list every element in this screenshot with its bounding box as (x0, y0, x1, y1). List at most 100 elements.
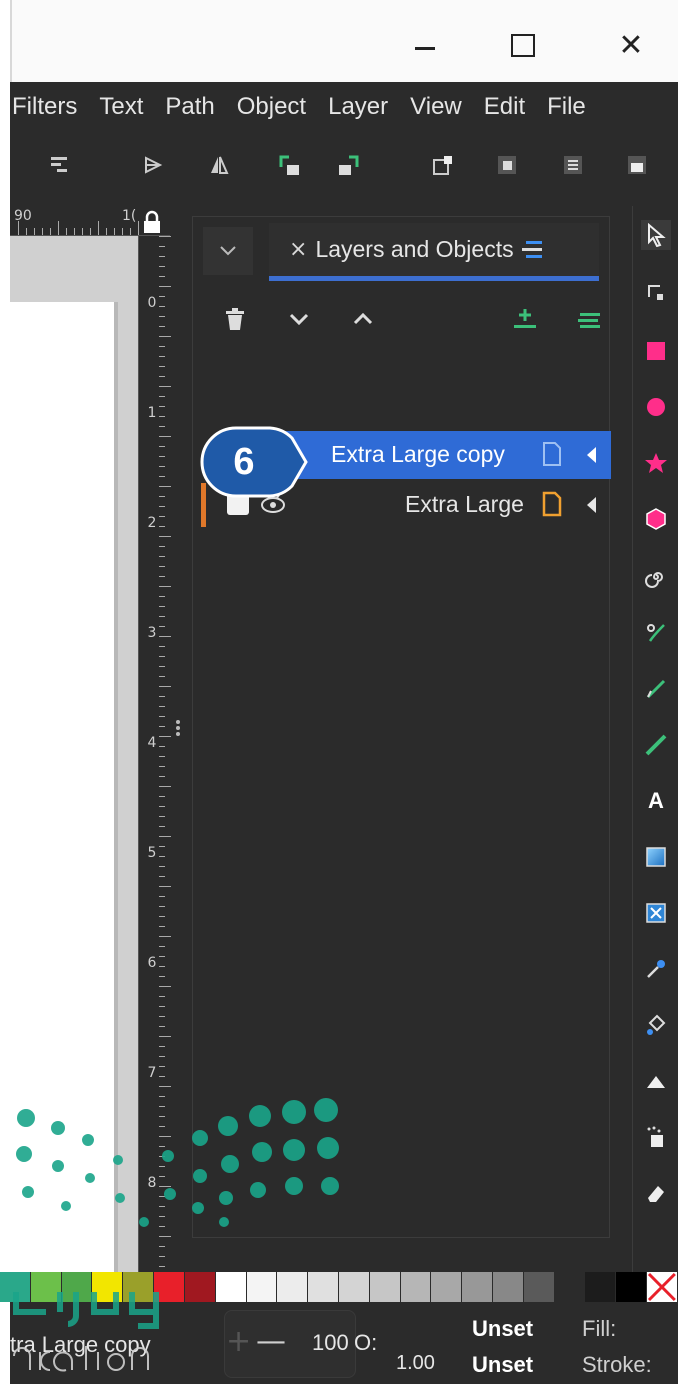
expand-arrow-icon[interactable] (587, 497, 596, 513)
layer-settings-icon[interactable] (575, 305, 603, 333)
menu-file[interactable]: File (536, 93, 597, 121)
selector-icon[interactable] (641, 220, 671, 250)
calligraphy-icon[interactable] (641, 730, 671, 760)
color-swatch[interactable] (338, 1272, 370, 1302)
rotate-cw-icon[interactable] (336, 152, 362, 178)
3d-box-icon[interactable] (641, 504, 671, 534)
minimize-button[interactable] (402, 22, 448, 68)
fill-label: Fill: (582, 1316, 617, 1341)
mesh-icon[interactable] (641, 898, 671, 928)
spray-icon[interactable] (641, 1122, 671, 1152)
panel-splitter-handle[interactable] (176, 718, 182, 738)
tweak-icon[interactable] (641, 1066, 671, 1096)
ruler-label: 3 (147, 625, 157, 641)
close-button[interactable]: ✕ (608, 22, 654, 68)
stroke-value[interactable]: Unset (472, 1352, 533, 1378)
lock-icon[interactable] (142, 210, 162, 234)
stroke-width-value[interactable]: 1.00 (396, 1352, 435, 1375)
fill-value[interactable]: Unset (472, 1316, 533, 1342)
add-layer-icon[interactable] (511, 305, 539, 333)
raise-icon[interactable] (430, 152, 456, 178)
watermark-wordmark (13, 1292, 159, 1372)
opacity-value[interactable]: 100 (312, 1330, 349, 1356)
layer-name: Extra Large copy (331, 441, 505, 467)
layers-and-objects-panel: × Layers and Objects Extra Large copy Ex… (192, 216, 611, 1238)
tab-close-icon[interactable]: × (289, 237, 307, 262)
color-swatch[interactable] (277, 1272, 309, 1302)
color-swatch[interactable] (554, 1272, 586, 1302)
node-icon[interactable] (641, 278, 671, 308)
text-icon[interactable]: A (641, 786, 671, 816)
menu-object[interactable]: Object (226, 93, 317, 121)
no-color-swatch[interactable] (647, 1272, 678, 1302)
star-icon[interactable] (641, 448, 671, 478)
document-page[interactable] (10, 302, 114, 1316)
layer-toolbar (193, 291, 611, 347)
flip-vertical-icon[interactable] (206, 152, 232, 178)
gradient-icon[interactable] (641, 842, 671, 872)
ruler-label: 1 (147, 405, 157, 421)
ruler-label: 0 (147, 295, 157, 311)
color-swatch[interactable] (585, 1272, 617, 1302)
pen-icon[interactable] (641, 618, 671, 648)
flip-horizontal-icon[interactable] (140, 152, 166, 178)
layer-name: Extra Large (405, 491, 524, 517)
window-titlebar: ✕ (10, 0, 678, 82)
dock-menu-button[interactable] (203, 227, 253, 275)
eraser-icon[interactable] (641, 1178, 671, 1208)
document-icon (543, 442, 561, 466)
layers-icon (521, 240, 542, 258)
color-swatch[interactable] (431, 1272, 463, 1302)
color-swatch[interactable] (616, 1272, 648, 1302)
paint-bucket-icon[interactable] (641, 1010, 671, 1040)
step-number: 6 (233, 440, 255, 483)
maximize-button[interactable] (500, 22, 546, 68)
ruler-label: 5 (147, 845, 157, 861)
tab-layers-and-objects[interactable]: × Layers and Objects (269, 223, 599, 281)
chevron-up-icon[interactable] (349, 305, 377, 333)
ruler-label: 1( (122, 208, 137, 224)
expand-arrow-icon[interactable] (587, 447, 596, 463)
ruler-label: 2 (147, 515, 157, 531)
minus-icon[interactable]: — (256, 1324, 286, 1359)
ruler-label: 8 (147, 1175, 157, 1191)
lower-icon[interactable] (494, 152, 520, 178)
menu-edit[interactable]: Edit (473, 93, 536, 121)
ruler-label: 6 (147, 955, 157, 971)
canvas[interactable] (10, 236, 138, 1316)
rectangle-icon[interactable] (641, 336, 671, 366)
tool-palette: A (632, 206, 678, 1326)
dropper-icon[interactable] (641, 954, 671, 984)
menu-filters[interactable]: Filters (10, 93, 88, 121)
chevron-down-icon (220, 246, 236, 256)
align-icon[interactable] (46, 152, 72, 178)
chevron-down-icon[interactable] (285, 305, 313, 333)
trash-icon[interactable] (221, 305, 249, 333)
color-swatch[interactable] (246, 1272, 278, 1302)
pencil-icon[interactable] (641, 674, 671, 704)
command-toolbar (10, 142, 678, 188)
spiral-icon[interactable] (641, 562, 671, 592)
menubar: Filters Text Path Object Layer View Edit… (10, 82, 678, 132)
menu-layer[interactable]: Layer (317, 93, 399, 121)
color-swatch[interactable] (400, 1272, 432, 1302)
color-swatch[interactable] (369, 1272, 401, 1302)
color-swatch[interactable] (523, 1272, 555, 1302)
color-swatch[interactable] (493, 1272, 524, 1302)
rotate-ccw-icon[interactable] (276, 152, 302, 178)
menu-text[interactable]: Text (88, 93, 154, 121)
ellipse-icon[interactable] (641, 392, 671, 422)
menu-path[interactable]: Path (154, 93, 225, 121)
color-swatch[interactable] (462, 1272, 493, 1302)
app-window: Filters Text Path Object Layer View Edit… (10, 82, 678, 1384)
opacity-label: O: (354, 1330, 378, 1355)
plus-icon[interactable]: + (226, 1324, 251, 1359)
vertical-ruler: 0 1 2 3 4 5 6 7 8 (138, 236, 172, 1316)
object-properties-icon[interactable] (624, 152, 650, 178)
color-swatch[interactable] (308, 1272, 339, 1302)
stroke-label: Stroke: (582, 1352, 652, 1377)
color-swatch[interactable] (184, 1272, 216, 1302)
color-swatch[interactable] (215, 1272, 247, 1302)
xml-editor-icon[interactable] (560, 152, 586, 178)
menu-view[interactable]: View (399, 93, 473, 121)
